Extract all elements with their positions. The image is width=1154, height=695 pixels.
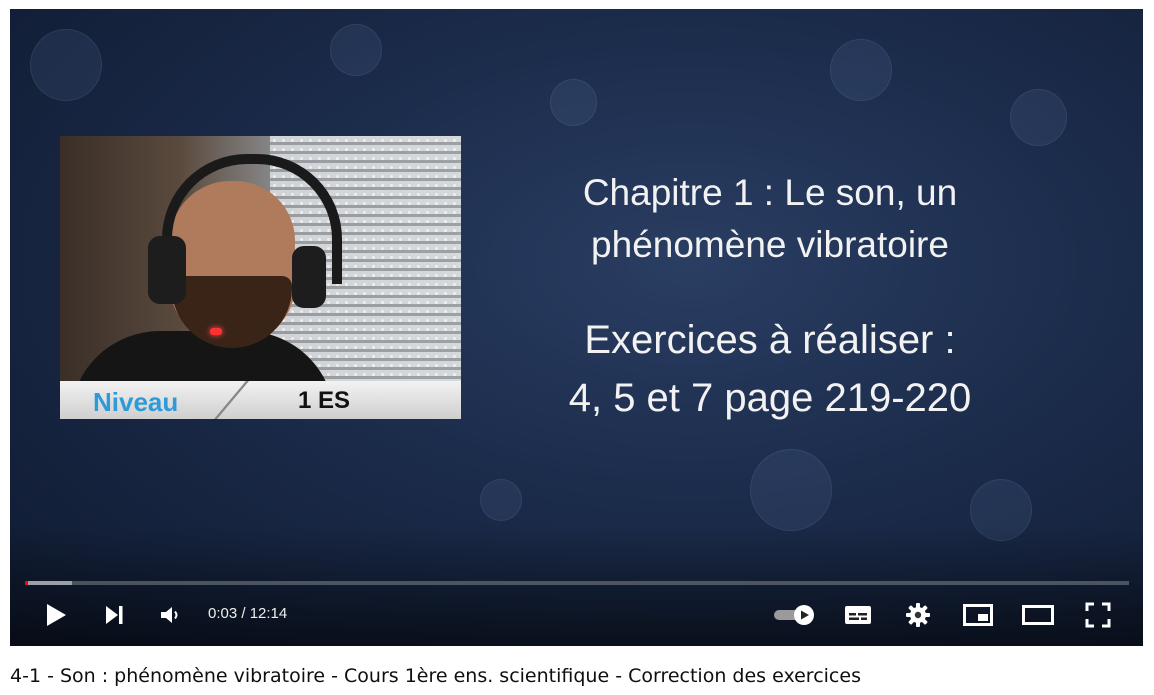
fullscreen-button[interactable] [1080, 597, 1116, 633]
headset-mic-led [210, 328, 222, 335]
autoplay-toggle[interactable] [770, 597, 818, 633]
time-display: 0:03 / 12:14 [208, 605, 288, 622]
settings-gear-icon [906, 603, 930, 627]
play-button[interactable] [38, 597, 74, 633]
level-banner: Niveau 1 ES [60, 381, 461, 419]
level-banner-divider [214, 381, 249, 419]
slide-exercises: Exercices à réaliser : 4, 5 et 7 page 21… [490, 311, 1050, 427]
headset-earcup-left [148, 236, 186, 304]
subtitles-button[interactable] [840, 597, 876, 633]
progress-bar[interactable] [25, 581, 1129, 585]
miniplayer-button[interactable] [960, 597, 996, 633]
slide-exercises-line2: 4, 5 et 7 page 219-220 [568, 376, 972, 420]
volume-button[interactable] [152, 597, 188, 633]
subtitles-icon [845, 606, 871, 624]
slide-heading-line2: phénomène vibratoire [591, 224, 949, 265]
slide-heading-line1: Chapitre 1 : Le son, un [582, 172, 958, 213]
level-value: 1 ES [298, 387, 351, 414]
theater-mode-button[interactable] [1020, 597, 1056, 633]
headset-earcup-right [292, 246, 326, 308]
background-bokeh [330, 24, 382, 76]
progress-loaded [25, 581, 73, 585]
webcam-inset: Niveau 1 ES [60, 136, 461, 419]
background-bokeh [480, 479, 522, 521]
video-player[interactable]: Niveau 1 ES Chapitre 1 : Le son, un phén… [10, 9, 1143, 646]
background-bokeh [830, 39, 892, 101]
play-icon [47, 604, 66, 626]
slide-exercises-line1: Exercices à réaliser : [584, 318, 956, 362]
level-label: Niveau [93, 387, 179, 417]
progress-played [25, 581, 29, 585]
background-bokeh [1010, 89, 1067, 146]
slide-chapter-heading: Chapitre 1 : Le son, un phénomène vibrat… [490, 167, 1050, 271]
volume-icon [161, 607, 178, 623]
next-icon [106, 606, 123, 624]
settings-button[interactable] [900, 597, 936, 633]
background-bokeh [30, 29, 102, 101]
background-bokeh [750, 449, 832, 531]
video-title: 4-1 - Son : phénomène vibratoire - Cours… [10, 665, 861, 687]
autoplay-toggle-icon [774, 605, 814, 625]
background-bokeh [550, 79, 597, 126]
miniplayer-icon [963, 604, 993, 626]
next-button[interactable] [96, 597, 132, 633]
fullscreen-icon [1085, 602, 1111, 628]
theater-mode-icon [1022, 605, 1054, 625]
